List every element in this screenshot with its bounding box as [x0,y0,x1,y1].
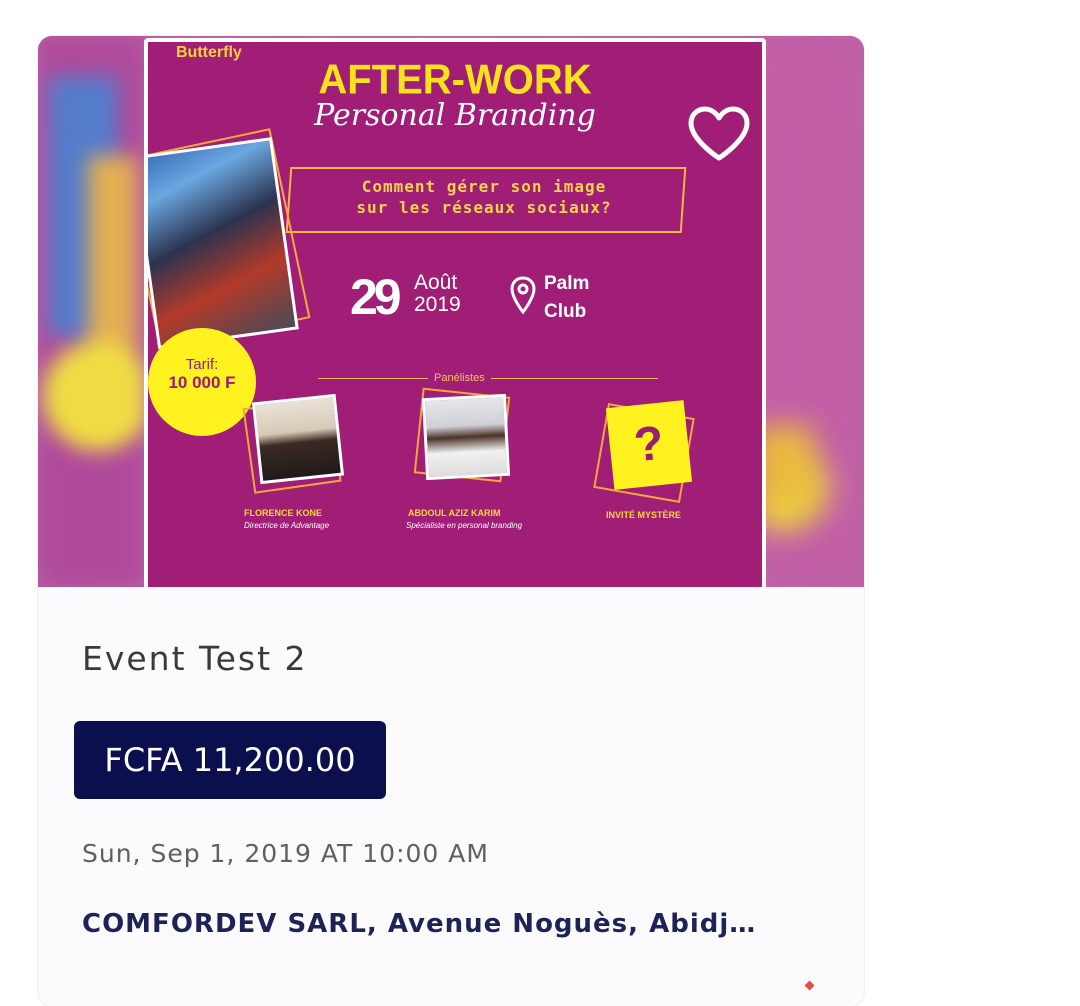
event-datetime: Sun, Sep 1, 2019 AT 10:00 AM [82,839,489,868]
poster-date-month: Août 2019 [414,272,461,316]
panelist-photo-1 [251,393,345,485]
event-location: COMFORDEV SARL, Avenue Noguès, Abidj… [82,909,757,939]
price-badge: FCFA 11,200.00 [74,721,386,799]
poster-place-line2: Club [544,301,587,322]
event-image[interactable]: Butterfly AFTER-WORK Personal Branding C… [38,36,864,587]
poster-blur-left [38,36,146,587]
poster-place: Palm Club [544,270,589,326]
poster-panel-title: Panélistes [428,372,491,384]
event-card[interactable]: Butterfly AFTER-WORK Personal Branding C… [38,36,864,1006]
poster-place-line1: Palm [544,273,590,294]
panelist-name-2: ABDOUL AZIZ KARIM [408,508,501,518]
panelist-name-3: INVITÉ MYSTÈRE [606,510,682,520]
poster-month: Août [414,271,458,294]
poster-question-line2: sur les réseaux sociaux? [356,198,612,217]
event-title[interactable]: Event Test 2 [82,639,308,678]
event-poster: Butterfly AFTER-WORK Personal Branding C… [144,38,766,587]
poster-tarif-value: 10 000 F [168,373,236,392]
panelist-role-2: Spécialiste en personal branding [406,521,523,530]
poster-subtitle: Personal Branding [314,98,596,133]
heart-outline-icon[interactable] [687,106,751,162]
poster-year: 2019 [414,293,461,316]
panelist-photo-2 [421,393,511,481]
poster-tarif-badge: Tarif: 10 000 F [148,328,256,436]
panelist-role-1: Directrice de Advantage [244,521,330,530]
poster-question-line1: Comment gérer son image [361,177,607,196]
map-pin-icon [510,276,536,315]
poster-question: Comment gérer son image sur les réseaux … [288,176,680,218]
poster-crowd-photo [148,137,299,349]
panelist-name-1: FLORENCE KONE [244,508,323,518]
poster-blur-right [754,36,864,587]
poster-date-day: 29 [350,269,402,325]
panelist-mystery-box: ? [605,400,693,490]
poster-tarif-label: Tarif: [185,356,219,373]
